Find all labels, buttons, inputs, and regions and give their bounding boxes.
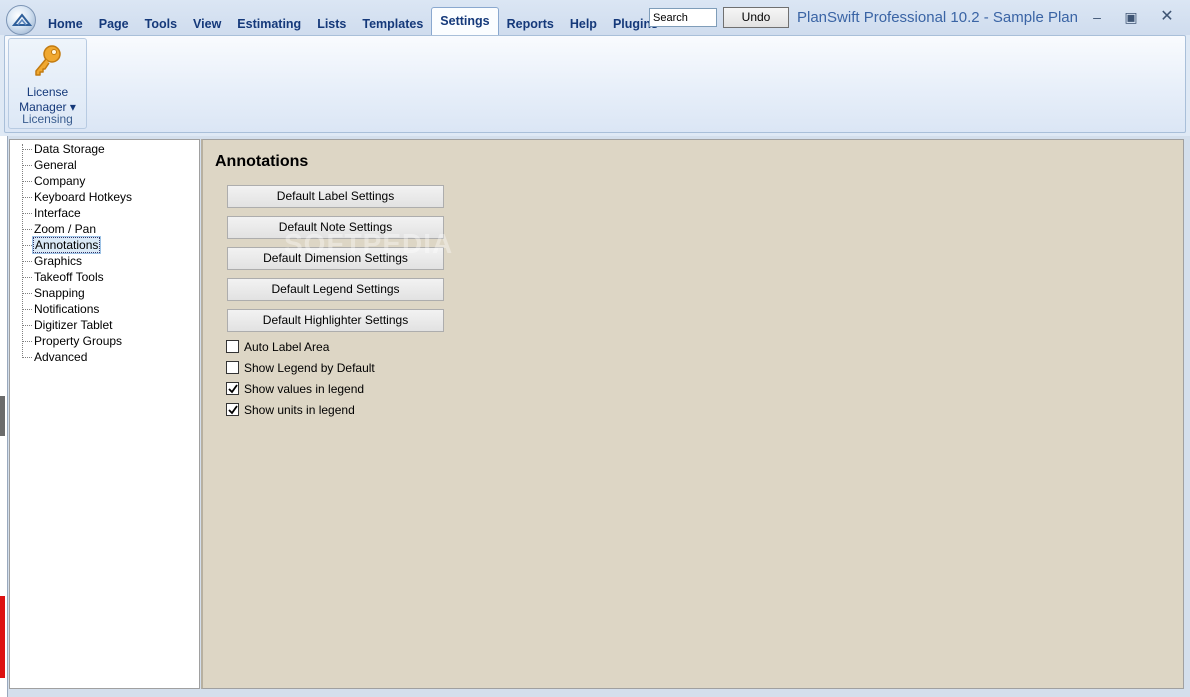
- checkbox-label: Show values in legend: [244, 382, 365, 396]
- tree-item-general[interactable]: General: [10, 157, 200, 173]
- title-bar: Home Page Tools View Estimating Lists Te…: [0, 0, 1190, 35]
- license-manager-label: License: [26, 85, 69, 99]
- checkbox-unchecked[interactable]: [226, 340, 239, 353]
- tab-tools[interactable]: Tools: [137, 8, 185, 35]
- background-fragment-red: [0, 596, 5, 678]
- key-icon: [35, 45, 61, 76]
- tree-item-label: Snapping: [34, 286, 85, 300]
- close-icon[interactable]: ✕: [1153, 6, 1181, 28]
- checkbox-unchecked[interactable]: [226, 361, 239, 374]
- tree-item-takeoff-tools[interactable]: Takeoff Tools: [10, 269, 200, 285]
- tree-item-label: Annotations: [31, 236, 102, 254]
- watermark: SOFTPEDIA: [284, 228, 454, 259]
- tree-item-label: Takeoff Tools: [34, 270, 104, 284]
- tab-lists[interactable]: Lists: [309, 8, 354, 35]
- tree-item-label: Graphics: [34, 254, 83, 268]
- checkmark-icon: [228, 384, 238, 394]
- page-title: Annotations: [215, 153, 309, 170]
- background-fragment: [0, 396, 5, 436]
- tree-item-digitizer-tablet[interactable]: Digitizer Tablet: [10, 317, 200, 333]
- tree-item-annotations[interactable]: Annotations: [10, 236, 200, 254]
- group-label-licensing: Licensing: [22, 112, 73, 126]
- tree-item-label: Interface: [34, 206, 81, 220]
- default-label-settings-button[interactable]: Default Label Settings: [227, 185, 444, 208]
- window-title: PlanSwift Professional 10.2 - Sample Pla…: [797, 9, 1078, 26]
- license-manager-button[interactable]: License Manager ▾: [11, 41, 84, 114]
- tab-view[interactable]: View: [185, 8, 229, 35]
- tree-item-label: Notifications: [34, 302, 100, 316]
- checkbox-label: Show Legend by Default: [244, 361, 375, 375]
- default-legend-settings-button[interactable]: Default Legend Settings: [227, 278, 444, 301]
- maximize-icon[interactable]: ▣: [1117, 6, 1145, 28]
- tab-templates[interactable]: Templates: [354, 8, 431, 35]
- tab-home[interactable]: Home: [40, 8, 91, 35]
- checkmark-icon: [228, 405, 238, 415]
- tab-help[interactable]: Help: [562, 8, 605, 35]
- tree-item-property-groups[interactable]: Property Groups: [10, 333, 200, 349]
- tree-item-label: Advanced: [34, 350, 88, 364]
- tree-item-label: Zoom / Pan: [34, 222, 97, 236]
- settings-tree: Data Storage General Company Keyboard Ho…: [9, 139, 200, 689]
- checkbox-label: Show units in legend: [244, 403, 355, 417]
- annotations-settings-panel: Annotations Default Label Settings Defau…: [201, 139, 1184, 689]
- tree-item-interface[interactable]: Interface: [10, 205, 200, 221]
- app-menu-button[interactable]: [6, 5, 36, 35]
- tree-item-label: Company: [34, 174, 86, 188]
- search-input[interactable]: [649, 8, 717, 27]
- tab-settings[interactable]: Settings: [431, 7, 499, 35]
- tree-item-label: Keyboard Hotkeys: [34, 190, 133, 204]
- default-highlighter-settings-button[interactable]: Default Highlighter Settings: [227, 309, 444, 332]
- tree-item-label: General: [34, 158, 77, 172]
- tree-item-advanced[interactable]: Advanced: [10, 349, 200, 365]
- app-logo-icon: [12, 13, 32, 26]
- minimize-icon[interactable]: ‒: [1083, 6, 1111, 28]
- checkbox-checked[interactable]: [226, 403, 239, 416]
- tree-item-graphics[interactable]: Graphics: [10, 253, 200, 269]
- tree-item-label: Digitizer Tablet: [34, 318, 113, 332]
- tree-item-snapping[interactable]: Snapping: [10, 285, 200, 301]
- tree-item-company[interactable]: Company: [10, 173, 200, 189]
- tab-page[interactable]: Page: [91, 8, 137, 35]
- checkbox-checked[interactable]: [226, 382, 239, 395]
- left-edge-panel: [0, 136, 8, 697]
- ribbon: License Manager ▾ Licensing: [4, 35, 1186, 133]
- tree-item-keyboard-hotkeys[interactable]: Keyboard Hotkeys: [10, 189, 200, 205]
- tab-reports[interactable]: Reports: [499, 8, 562, 35]
- menu-tabs: Home Page Tools View Estimating Lists Te…: [40, 7, 666, 35]
- checkbox-label: Auto Label Area: [244, 340, 330, 354]
- tree-item-label: Property Groups: [34, 334, 123, 348]
- undo-button[interactable]: Undo: [723, 7, 789, 28]
- tab-estimating[interactable]: Estimating: [229, 8, 309, 35]
- tree-item-data-storage[interactable]: Data Storage: [10, 141, 200, 157]
- tree-item-zoom-pan[interactable]: Zoom / Pan: [10, 221, 200, 237]
- tree-item-label: Data Storage: [34, 142, 105, 156]
- licensing-group: License Manager ▾ Licensing: [8, 38, 87, 129]
- tree-item-notifications[interactable]: Notifications: [10, 301, 200, 317]
